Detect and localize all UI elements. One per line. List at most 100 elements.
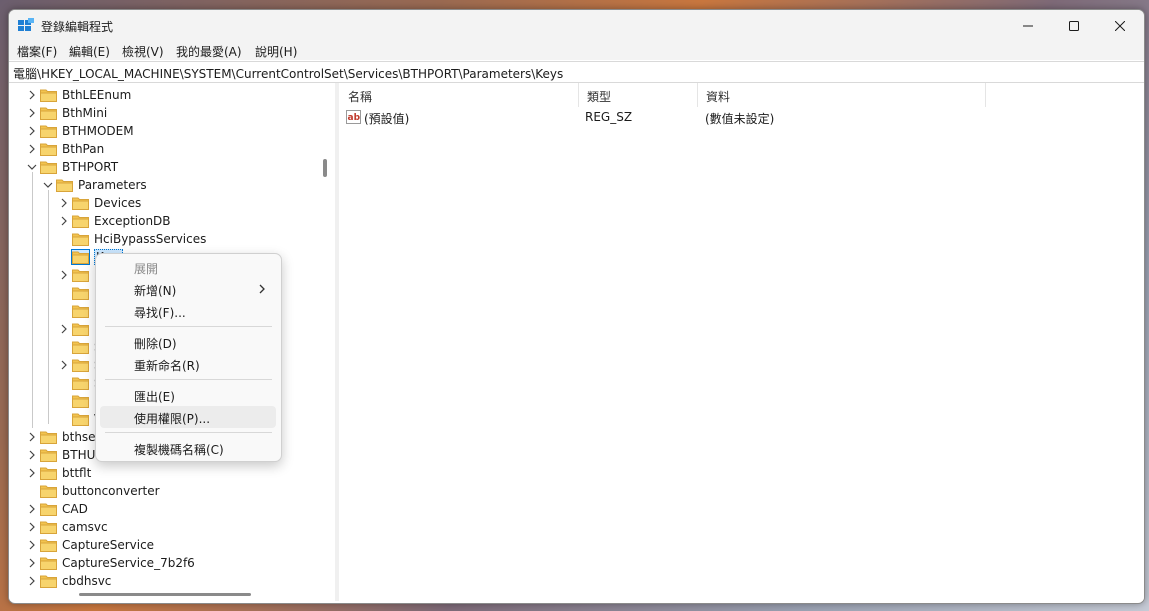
context-menu-new[interactable]: 新增(N)	[100, 278, 276, 300]
value-row[interactable]: ab (預設值) REG_SZ (數值未設定)	[339, 107, 1144, 127]
maximize-icon	[1069, 20, 1079, 31]
value-type: REG_SZ	[585, 110, 633, 124]
chevron-right-icon[interactable]	[58, 320, 70, 338]
folder-icon	[72, 377, 89, 390]
tree-item-label: buttonconverter	[62, 484, 160, 498]
tree-item[interactable]: BTHMODEM	[26, 122, 309, 140]
column-header-name[interactable]: 名稱	[339, 83, 579, 107]
folder-icon	[40, 575, 57, 588]
chevron-right-icon[interactable]	[26, 536, 38, 554]
folder-icon	[72, 233, 89, 246]
column-header-type-label: 類型	[587, 90, 612, 104]
tree-item[interactable]: Devices	[58, 194, 309, 212]
tree-item[interactable]: CaptureService	[26, 536, 309, 554]
chevron-right-icon[interactable]	[26, 464, 38, 482]
tree-item[interactable]: CAD	[26, 500, 309, 518]
context-menu-export-label: 匯出(E)	[134, 390, 175, 404]
folder-icon	[72, 323, 89, 336]
context-menu-rename[interactable]: 重新命名(R)	[100, 353, 276, 375]
folder-icon	[40, 503, 57, 516]
context-menu-export[interactable]: 匯出(E)	[100, 384, 276, 406]
chevron-right-icon[interactable]	[58, 356, 70, 374]
tree-vertical-scrollbar-thumb[interactable]	[323, 159, 327, 177]
context-menu-expand[interactable]: 展開	[100, 256, 276, 278]
address-bar[interactable]: 電腦\HKEY_LOCAL_MACHINE\SYSTEM\CurrentCont…	[9, 61, 1144, 83]
value-list-pane[interactable]: 名稱 類型 資料 ab (預設值) REG_SZ (數值未設定)	[339, 83, 1144, 601]
tree-item[interactable]: bttflt	[26, 464, 309, 482]
tree-item[interactable]: BTHPORT	[26, 158, 309, 176]
menu-help[interactable]: 說明(H)	[255, 43, 297, 60]
tree-item-label: CaptureService	[62, 538, 155, 552]
context-menu-rename-label: 重新命名(R)	[134, 359, 200, 373]
chevron-right-icon[interactable]	[26, 86, 38, 104]
tree-item-label: cbdhsvc	[62, 574, 112, 588]
tree-item-label: camsvc	[62, 520, 108, 534]
chevron-right-icon[interactable]	[26, 428, 38, 446]
tree-item-label: BthMini	[62, 106, 108, 120]
folder-icon	[72, 341, 89, 354]
tree-item[interactable]: HciBypassServices	[58, 230, 309, 248]
chevron-right-icon[interactable]	[58, 266, 70, 284]
folder-icon	[72, 359, 89, 372]
chevron-right-icon[interactable]	[26, 518, 38, 536]
chevron-right-icon[interactable]	[26, 104, 38, 122]
folder-icon	[40, 431, 57, 444]
folder-icon	[40, 557, 57, 570]
chevron-right-icon[interactable]	[26, 500, 38, 518]
column-header-data-label: 資料	[706, 90, 731, 104]
value-data: (數值未設定)	[705, 112, 775, 126]
tree-item[interactable]: ExceptionDB	[58, 212, 309, 230]
tree-item[interactable]: BthMini	[26, 104, 309, 122]
tree-item[interactable]: buttonconverter	[26, 482, 309, 500]
chevron-right-icon[interactable]	[26, 140, 38, 158]
tree-item[interactable]: cbdhsvc	[26, 572, 309, 590]
menu-favorites[interactable]: 我的最愛(A)	[176, 43, 242, 60]
context-menu-copy-key-name[interactable]: 複製機碼名稱(C)	[100, 437, 276, 459]
tree-item[interactable]: BthPan	[26, 140, 309, 158]
context-menu-find-label: 尋找(F)...	[134, 306, 186, 320]
regedit-app-icon	[18, 18, 34, 31]
folder-icon	[40, 89, 57, 102]
tree-item[interactable]: camsvc	[26, 518, 309, 536]
chevron-right-icon[interactable]	[26, 446, 38, 464]
context-menu-find[interactable]: 尋找(F)...	[100, 300, 276, 322]
tree-item[interactable]: CaptureService_7b2f6	[26, 554, 309, 572]
chevron-right-icon[interactable]	[26, 554, 38, 572]
column-header-type[interactable]: 類型	[578, 83, 698, 107]
chevron-right-icon[interactable]	[58, 194, 70, 212]
minimize-button[interactable]	[1005, 10, 1051, 41]
tree-item[interactable]: BthLEEnum	[26, 86, 309, 104]
context-menu-copy-key-name-label: 複製機碼名稱(C)	[134, 443, 224, 457]
chevron-right-icon[interactable]	[26, 572, 38, 590]
folder-icon	[72, 287, 89, 300]
address-path[interactable]: 電腦\HKEY_LOCAL_MACHINE\SYSTEM\CurrentCont…	[13, 65, 563, 82]
chevron-right-icon[interactable]	[58, 212, 70, 230]
chevron-right-icon	[259, 284, 265, 294]
context-menu-permissions[interactable]: 使用權限(P)...	[100, 406, 276, 428]
tree-horizontal-scrollbar-thumb[interactable]	[79, 593, 251, 596]
chevron-right-icon[interactable]	[26, 122, 38, 140]
title-bar[interactable]: 登錄編輯程式	[9, 10, 1144, 41]
tree-item-label: Devices	[94, 196, 142, 210]
context-menu-separator	[105, 432, 272, 433]
column-header-data[interactable]: 資料	[697, 83, 986, 107]
context-menu-separator	[105, 379, 272, 380]
folder-icon	[40, 143, 57, 156]
folder-icon	[40, 107, 57, 120]
folder-icon	[40, 539, 57, 552]
tree-item-label: Parameters	[78, 178, 147, 192]
context-menu: 展開 新增(N) 尋找(F)... 刪除(D) 重新命名(R) 匯出(E) 使用…	[95, 253, 282, 462]
close-button[interactable]	[1097, 10, 1143, 41]
context-menu-separator	[105, 326, 272, 327]
menu-edit[interactable]: 編輯(E)	[69, 43, 110, 60]
folder-icon	[40, 449, 57, 462]
menu-file[interactable]: 檔案(F)	[17, 43, 57, 60]
tree-item-label: BthPan	[62, 142, 105, 156]
folder-icon	[56, 179, 73, 192]
tree-item[interactable]: Parameters	[42, 176, 309, 194]
menu-view[interactable]: 檢視(V)	[122, 43, 164, 60]
tree-item-label: CaptureService_7b2f6	[62, 556, 195, 570]
maximize-button[interactable]	[1051, 10, 1097, 41]
context-menu-delete[interactable]: 刪除(D)	[100, 331, 276, 353]
folder-icon	[40, 467, 57, 480]
